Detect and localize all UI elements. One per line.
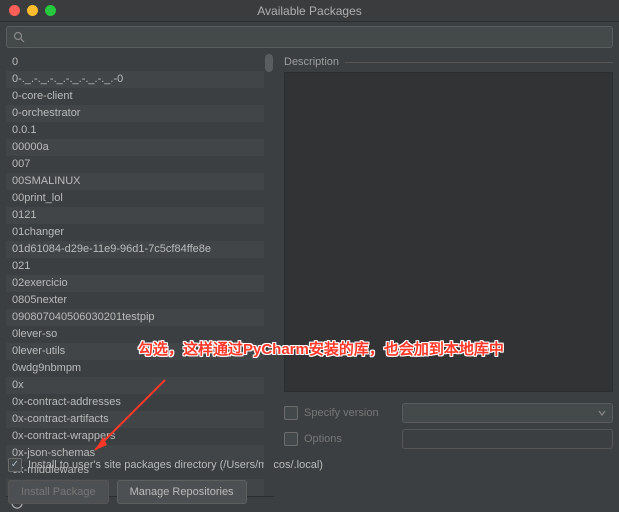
minimize-window-button[interactable]	[27, 5, 38, 16]
list-item[interactable]: 0x-contract-artifacts	[6, 411, 264, 428]
footer: Install to user's site packages director…	[0, 452, 619, 512]
manage-repositories-button[interactable]: Manage Repositories	[117, 480, 247, 504]
list-item[interactable]: 0x-contract-wrappers	[6, 428, 264, 445]
options-checkbox[interactable]	[284, 432, 298, 446]
version-combo[interactable]	[402, 403, 613, 423]
description-box	[284, 72, 613, 392]
specify-version-checkbox[interactable]	[284, 406, 298, 420]
description-panel: Description Specify version Options	[284, 54, 613, 452]
install-package-button[interactable]: Install Package	[8, 480, 109, 504]
close-window-button[interactable]	[9, 5, 20, 16]
titlebar: Available Packages	[0, 0, 619, 22]
package-list-panel: 00-._.-._.-._.-._.-._.-._.-00-core-clien…	[6, 54, 274, 452]
specify-version-label: Specify version	[304, 407, 396, 419]
traffic-lights	[0, 5, 56, 16]
search-input[interactable]	[29, 31, 606, 43]
zoom-window-button[interactable]	[45, 5, 56, 16]
list-item[interactable]: 0.0.1	[6, 122, 264, 139]
list-item[interactable]: 0x	[6, 377, 264, 394]
chevron-down-icon	[598, 409, 606, 417]
description-label: Description	[284, 56, 339, 68]
list-item[interactable]: 0-core-client	[6, 88, 264, 105]
list-item[interactable]: 0wdg9nbmpm	[6, 360, 264, 377]
list-item[interactable]: 01changer	[6, 224, 264, 241]
list-item[interactable]: 00print_lol	[6, 190, 264, 207]
options-row: Options	[284, 426, 613, 452]
list-item[interactable]: 00SMALINUX	[6, 173, 264, 190]
search-icon	[13, 31, 25, 43]
list-item[interactable]: 01d61084-d29e-11e9-96d1-7c5cf84ffe8e	[6, 241, 264, 258]
list-item[interactable]: 02exercicio	[6, 275, 264, 292]
options-input[interactable]	[402, 429, 613, 449]
options-label: Options	[304, 433, 396, 445]
scrollbar[interactable]	[264, 54, 274, 496]
list-item[interactable]: 0lever-so	[6, 326, 264, 343]
list-item[interactable]: 0x-contract-addresses	[6, 394, 264, 411]
description-header: Description	[284, 56, 613, 68]
window-title: Available Packages	[0, 4, 619, 18]
list-item[interactable]: 0121	[6, 207, 264, 224]
list-item[interactable]: 0805nexter	[6, 292, 264, 309]
install-user-site-label: Install to user's site packages director…	[28, 459, 323, 471]
specify-version-row: Specify version	[284, 400, 613, 426]
search-bar[interactable]	[6, 26, 613, 48]
scrollbar-thumb[interactable]	[265, 54, 273, 72]
list-item[interactable]: 0lever-utils	[6, 343, 264, 360]
package-list[interactable]: 00-._.-._.-._.-._.-._.-._.-00-core-clien…	[6, 54, 264, 496]
list-item[interactable]: 007	[6, 156, 264, 173]
install-user-site-row: Install to user's site packages director…	[8, 458, 611, 472]
list-item[interactable]: 021	[6, 258, 264, 275]
list-item[interactable]: 090807040506030201testpip	[6, 309, 264, 326]
list-item[interactable]: 0	[6, 54, 264, 71]
list-item[interactable]: 0-orchestrator	[6, 105, 264, 122]
list-item[interactable]: 00000a	[6, 139, 264, 156]
list-item[interactable]: 0-._.-._.-._.-._.-._.-._.-0	[6, 71, 264, 88]
install-user-site-checkbox[interactable]	[8, 458, 22, 472]
